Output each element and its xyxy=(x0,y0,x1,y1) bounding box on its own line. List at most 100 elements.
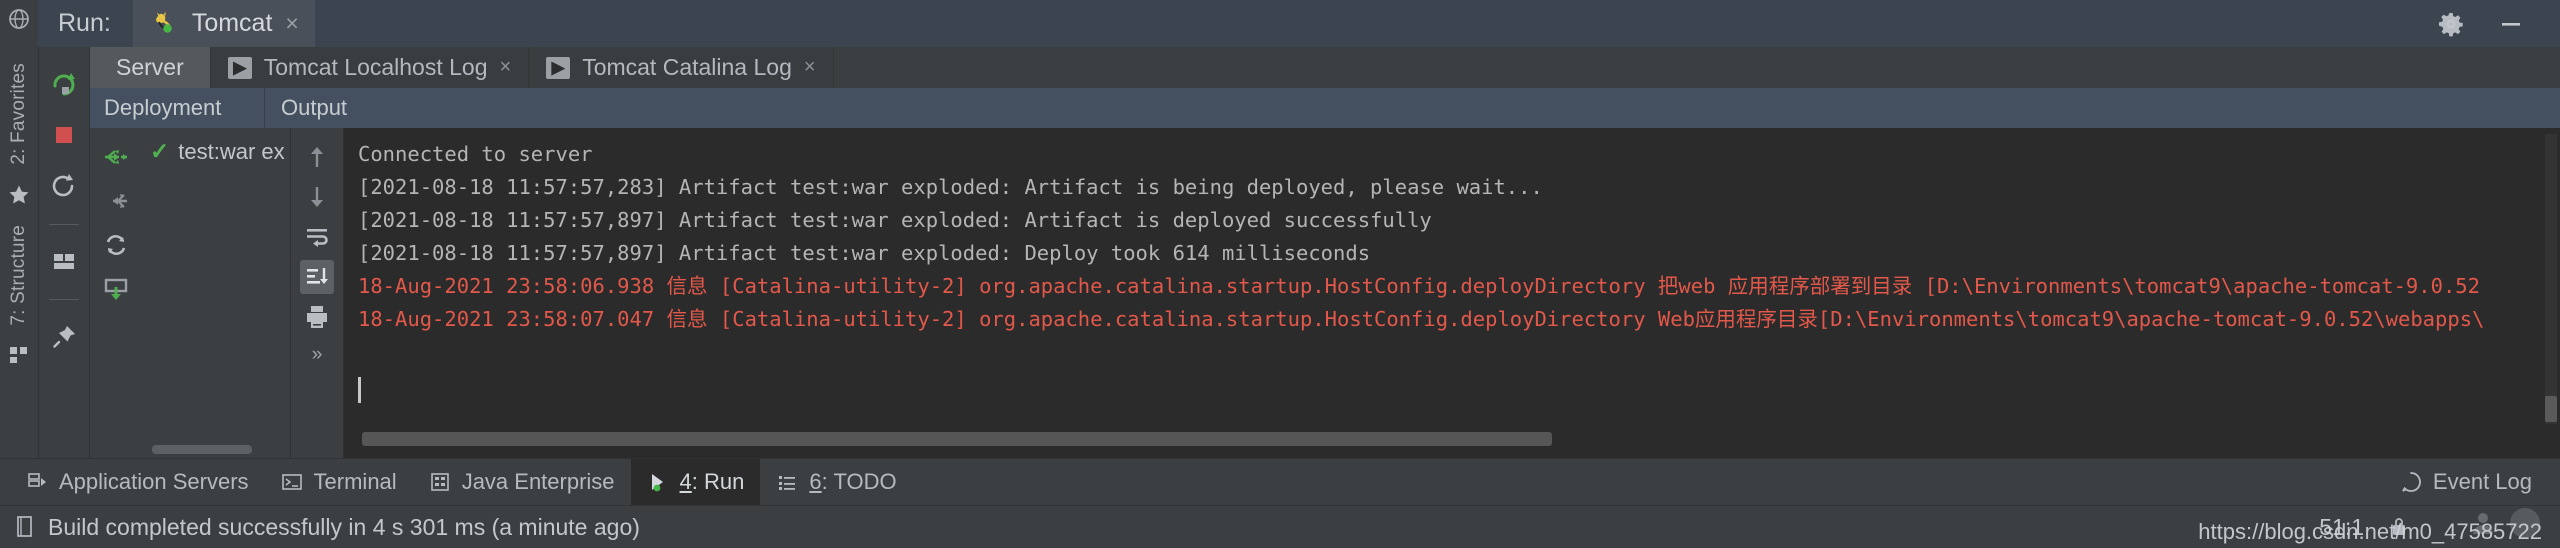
console-content: Server ▶ Tomcat Localhost Log × ▶ Tomcat… xyxy=(90,47,2560,458)
bottom-item-application-servers-label: Application Servers xyxy=(59,469,249,494)
log-line-5: 18-Aug-2021 23:58:07.047 信息 [Catalina-ut… xyxy=(358,307,2485,331)
stop-square-icon[interactable] xyxy=(47,118,81,152)
deploy-green-icon[interactable] xyxy=(99,140,133,174)
titlebar-filler xyxy=(314,0,2438,47)
bottom-bar-spacer xyxy=(913,459,2399,505)
tab-tomcat-label: Tomcat xyxy=(191,9,273,37)
log-line-3: [2021-08-18 11:57:57,897] Artifact test:… xyxy=(358,241,1371,265)
bottom-item-application-servers[interactable]: Application Servers xyxy=(10,459,265,505)
todo-list-icon xyxy=(776,471,798,493)
bottom-item-run-label: 4: Run xyxy=(680,469,745,495)
console-caret xyxy=(358,377,361,403)
bottom-item-java-enterprise[interactable]: Java Enterprise xyxy=(413,459,631,505)
titlebar-controls xyxy=(2438,0,2560,47)
soft-wrap-icon[interactable] xyxy=(300,220,334,254)
output-header: Output xyxy=(265,88,2560,128)
status-message: Build completed successfully in 4 s 301 … xyxy=(48,513,640,540)
console-horizontal-scrollbar[interactable] xyxy=(362,432,1552,446)
deployment-tree: ✓ test:war ex xyxy=(142,128,291,458)
deployment-toolbar xyxy=(90,128,142,458)
minimize-icon[interactable] xyxy=(2498,11,2524,37)
sidebar-item-favorites[interactable]: 2: Favorites xyxy=(8,63,30,165)
chevron-double-right-icon[interactable]: » xyxy=(312,344,323,366)
globe-icon xyxy=(8,8,30,30)
deployment-node-test-war[interactable]: ✓ test:war ex xyxy=(142,128,290,165)
application-servers-icon xyxy=(26,471,48,493)
console-badge-icon-2: ▶ xyxy=(546,56,571,79)
panels-row: ✓ test:war ex » Connected to server [202… xyxy=(90,128,2560,458)
toolbar-divider xyxy=(49,224,79,225)
tab-server[interactable]: Server xyxy=(90,47,211,88)
tab-tomcat-close-icon[interactable]: × xyxy=(285,12,298,35)
bottom-item-todo[interactable]: 6: TODO xyxy=(760,459,912,505)
watermark-circle xyxy=(2510,508,2540,538)
event-log-button[interactable]: Event Log xyxy=(2399,459,2560,505)
bottom-item-todo-key: 6 xyxy=(809,469,822,494)
console-badge-icon: ▶ xyxy=(227,56,252,79)
tomcat-cat-icon xyxy=(151,10,179,38)
bottom-item-run[interactable]: 4: Run xyxy=(630,459,761,505)
bottom-item-run-key: 4 xyxy=(679,469,692,494)
deployment-horizontal-scrollbar[interactable] xyxy=(152,445,252,454)
redeploy-icon[interactable] xyxy=(99,228,133,262)
status-bar: Build completed successfully in 4 s 301 … xyxy=(0,505,2560,548)
printer-icon[interactable] xyxy=(300,300,334,334)
restart-circle-icon[interactable] xyxy=(47,170,81,204)
run-play-icon xyxy=(647,471,669,493)
deployment-header: Deployment xyxy=(90,88,265,128)
watermark-url: https://blog.csdn.net/m0_47585722 xyxy=(2198,519,2542,544)
log-line-1: [2021-08-18 11:57:57,283] Artifact test:… xyxy=(358,175,1543,199)
toolbar-divider-2 xyxy=(49,299,79,300)
run-titlebar: Run: Tomcat × xyxy=(0,0,2560,47)
caret-position[interactable]: 51:1 xyxy=(2319,514,2364,541)
arrow-up-icon[interactable] xyxy=(300,140,334,174)
undeploy-gray-icon[interactable] xyxy=(99,184,133,218)
panel-headers: Deployment Output xyxy=(90,88,2560,128)
tab-tomcat-localhost-log-label: Tomcat Localhost Log xyxy=(263,54,488,80)
lock-icon[interactable] xyxy=(2388,515,2410,539)
run-label: Run: xyxy=(38,0,133,47)
event-log-icon xyxy=(2399,470,2423,494)
tab-tomcat-localhost-log-close-icon[interactable]: × xyxy=(500,56,512,79)
check-icon: ✓ xyxy=(150,138,170,164)
structure-icon[interactable] xyxy=(8,343,30,365)
deploy-down-icon[interactable] xyxy=(99,272,133,306)
pin-icon[interactable] xyxy=(47,320,81,354)
console-output[interactable]: Connected to server [2021-08-18 11:57:57… xyxy=(344,128,2560,458)
java-enterprise-icon xyxy=(429,471,451,493)
bottom-item-java-enterprise-label: Java Enterprise xyxy=(461,469,615,494)
bottom-tool-window-bar: Application Servers Terminal Java Enterp… xyxy=(0,458,2560,505)
tab-tomcat-catalina-log[interactable]: ▶ Tomcat Catalina Log × xyxy=(529,47,834,88)
deployment-node-label: test:war ex xyxy=(178,138,285,164)
bottom-item-terminal-label: Terminal xyxy=(313,469,397,494)
bottom-item-terminal[interactable]: Terminal xyxy=(265,459,413,505)
bottom-item-todo-label: 6: TODO xyxy=(809,469,896,495)
watermark-person-icon xyxy=(2470,510,2496,536)
tab-tomcat-catalina-log-label: Tomcat Catalina Log xyxy=(582,54,792,80)
arrow-down-icon[interactable] xyxy=(300,180,334,214)
layout-icon[interactable] xyxy=(47,245,81,279)
console-vertical-scrollbar-track[interactable] xyxy=(2545,134,2557,424)
console-vertical-scrollbar-thumb[interactable] xyxy=(2545,396,2557,422)
event-log-label: Event Log xyxy=(2432,469,2532,494)
scroll-to-end-icon[interactable] xyxy=(300,260,334,294)
rerun-icon[interactable] xyxy=(47,66,81,100)
left-tool-window-bar: 2: Favorites 7: Structure xyxy=(0,47,39,458)
log-line-4: 18-Aug-2021 23:58:06.938 信息 [Catalina-ut… xyxy=(358,274,2480,298)
bottom-item-todo-suffix: : TODO xyxy=(821,469,897,494)
build-icon xyxy=(14,515,36,539)
body-area: 2: Favorites 7: Structure Server ▶ Tomca… xyxy=(0,47,2560,458)
tab-tomcat-catalina-log-close-icon[interactable]: × xyxy=(804,56,816,79)
sidebar-item-structure[interactable]: 7: Structure xyxy=(8,225,30,326)
tab-tomcat-localhost-log[interactable]: ▶ Tomcat Localhost Log × xyxy=(210,47,530,88)
terminal-icon xyxy=(281,471,303,493)
console-toolbar: » xyxy=(291,128,344,458)
star-icon[interactable] xyxy=(7,183,31,207)
log-line-0: Connected to server xyxy=(358,142,593,166)
bottom-item-run-suffix: : Run xyxy=(691,469,745,494)
tab-server-label: Server xyxy=(116,54,184,80)
gear-icon[interactable] xyxy=(2438,11,2464,37)
tab-tomcat[interactable]: Tomcat × xyxy=(132,0,315,47)
console-tabstrip: Server ▶ Tomcat Localhost Log × ▶ Tomcat… xyxy=(90,47,2560,88)
log-line-2: [2021-08-18 11:57:57,897] Artifact test:… xyxy=(358,208,1432,232)
